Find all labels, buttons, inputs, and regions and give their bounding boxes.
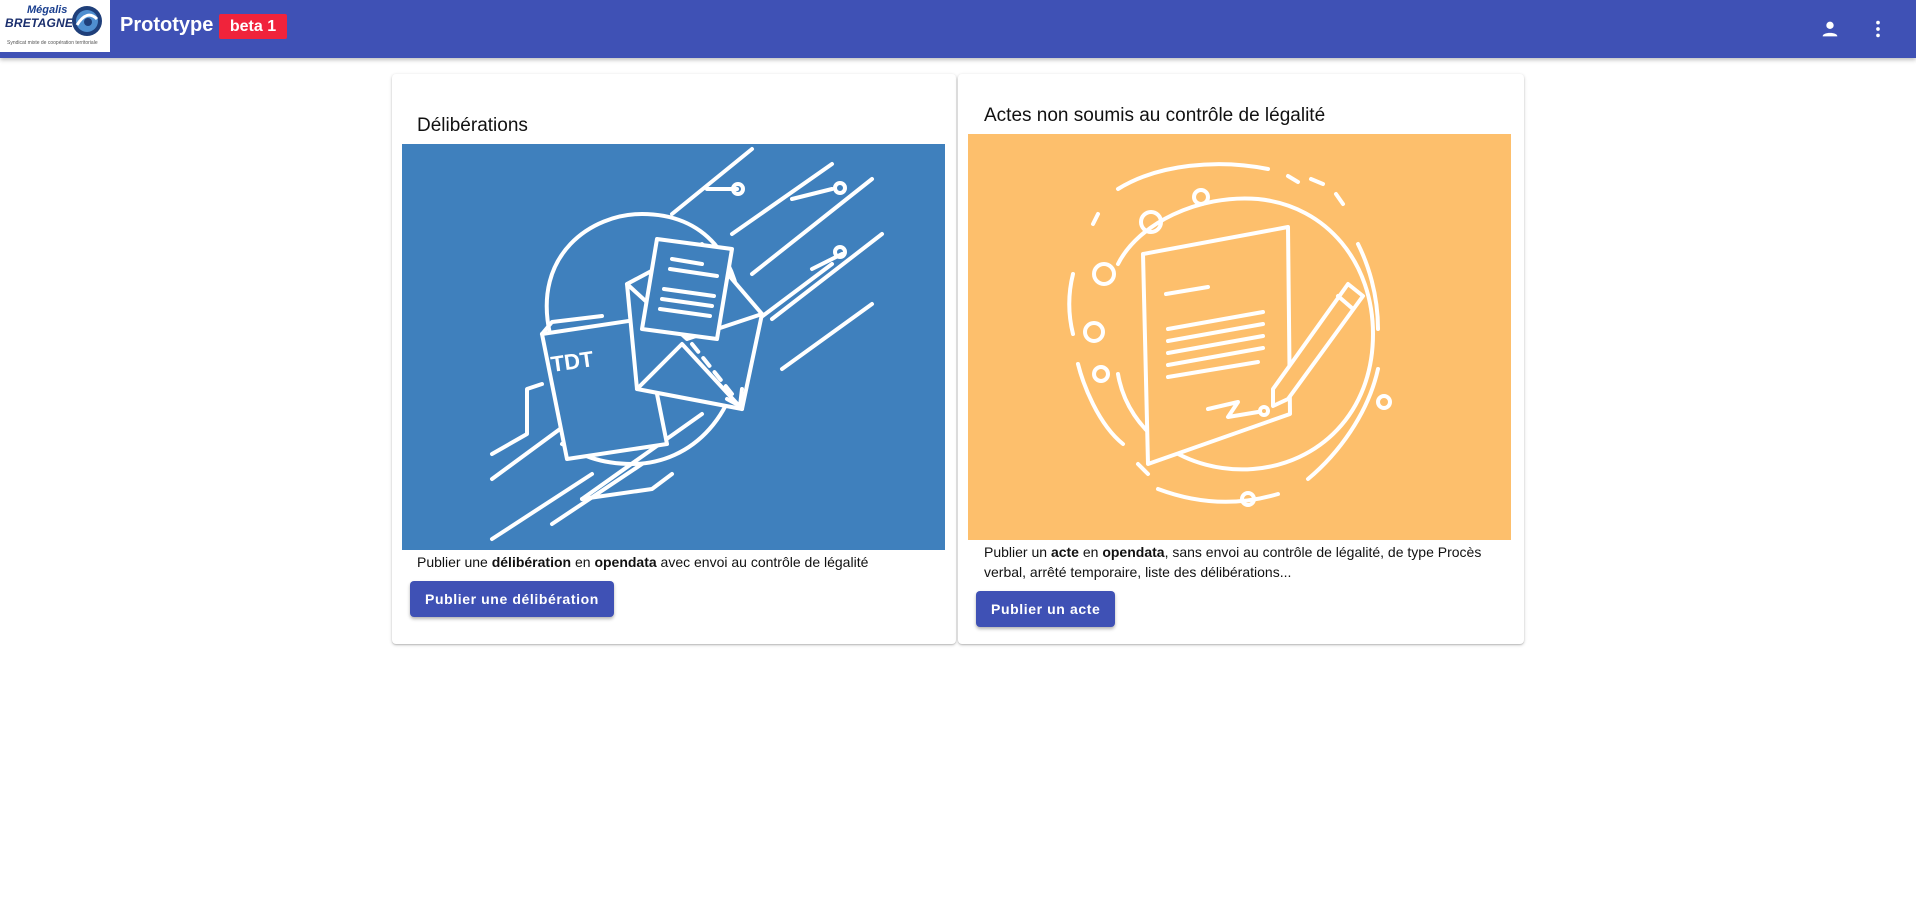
card-title: Délibérations: [417, 115, 528, 136]
more-options-button[interactable]: [1861, 12, 1895, 46]
envelope-document-illustration: TDT: [490, 147, 884, 541]
megalis-logo[interactable]: Mégalis BRETAGNE Syndicat mixte de coopé…: [0, 0, 110, 52]
logo-main-text: BRETAGNE: [5, 16, 74, 30]
actes-illustration: [968, 134, 1511, 540]
desc-text: avec envoi au contrôle de légalité: [656, 554, 869, 570]
document-pencil-illustration: [1067, 162, 1392, 507]
desc-bold: opendata: [1102, 544, 1165, 560]
card-title: Actes non soumis au contrôle de légalité: [984, 105, 1326, 126]
top-app-bar: Mégalis BRETAGNE Syndicat mixte de coopé…: [0, 0, 1916, 58]
logo-top-text: Mégalis: [27, 4, 68, 16]
desc-bold: acte: [1050, 544, 1079, 560]
card-description: Publier un acte en opendata, sans envoi …: [984, 542, 1504, 582]
more-vert-icon: [1876, 20, 1880, 38]
desc-text: Publier une: [417, 554, 492, 570]
desc-text: en: [571, 554, 595, 570]
card-actes: Actes non soumis au contrôle de légalité: [958, 74, 1524, 644]
desc-text: Publier un: [984, 544, 1051, 560]
beta-badge: beta 1: [219, 14, 287, 39]
desc-bold: délibération: [491, 554, 572, 570]
publish-acte-button[interactable]: Publier un acte: [976, 591, 1116, 627]
card-deliberations: Délibérations TDT Publier une délibérati…: [392, 74, 956, 644]
logo-swirl-icon: [72, 6, 102, 36]
publish-deliberation-button[interactable]: Publier une délibération: [410, 581, 614, 617]
logo-sub-text: Syndicat mixte de coopération territoria…: [7, 40, 98, 46]
deliberation-illustration: TDT: [402, 144, 945, 550]
desc-bold: opendata: [594, 554, 657, 570]
app-title: Prototype: [120, 14, 214, 36]
card-description: Publier une délibération en opendata ave…: [417, 552, 947, 572]
account-icon: [1822, 21, 1838, 37]
desc-text: en: [1078, 544, 1103, 560]
account-button[interactable]: [1813, 12, 1847, 46]
